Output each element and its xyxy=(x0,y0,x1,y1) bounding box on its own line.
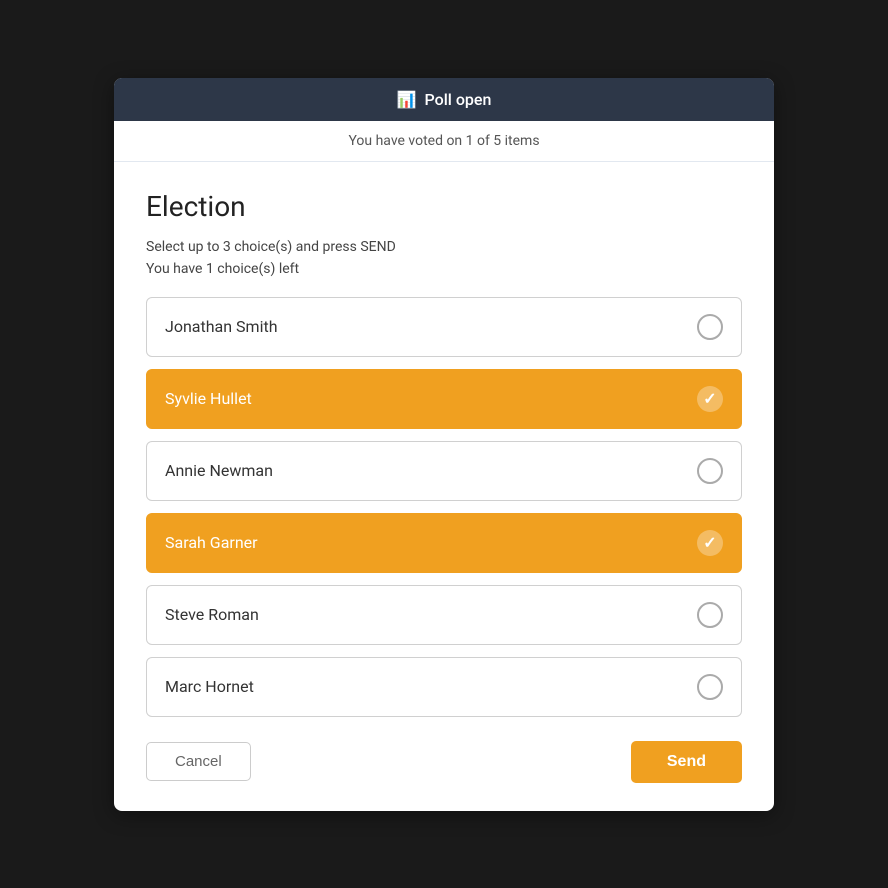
choice-radio-6 xyxy=(697,674,723,700)
poll-choices-left: You have 1 choice(s) left xyxy=(146,261,742,277)
choice-item-6[interactable]: Marc Hornet xyxy=(146,657,742,717)
choice-item-4[interactable]: Sarah Garner ✓ xyxy=(146,513,742,573)
choice-label-1: Jonathan Smith xyxy=(165,317,278,336)
choice-radio-4: ✓ xyxy=(697,530,723,556)
poll-header: 📊 Poll open xyxy=(114,78,774,121)
choice-item-1[interactable]: Jonathan Smith xyxy=(146,297,742,357)
choice-label-2: Syvlie Hullet xyxy=(165,389,252,408)
choice-radio-5 xyxy=(697,602,723,628)
choice-label-6: Marc Hornet xyxy=(165,677,254,696)
poll-title: Election xyxy=(146,190,742,223)
send-button[interactable]: Send xyxy=(631,741,742,783)
poll-header-title: Poll open xyxy=(425,90,492,109)
choice-radio-3 xyxy=(697,458,723,484)
choice-item-5[interactable]: Steve Roman xyxy=(146,585,742,645)
voted-status: You have voted on 1 of 5 items xyxy=(348,133,539,149)
poll-body: Election Select up to 3 choice(s) and pr… xyxy=(114,162,774,811)
check-icon-4: ✓ xyxy=(703,533,716,552)
poll-actions: Cancel Send xyxy=(146,741,742,783)
choices-list: Jonathan Smith Syvlie Hullet ✓ Annie Newman… xyxy=(146,297,742,717)
choice-label-5: Steve Roman xyxy=(165,605,259,624)
poll-instruction: Select up to 3 choice(s) and press SEND xyxy=(146,239,742,255)
choice-radio-2: ✓ xyxy=(697,386,723,412)
poll-subheader: You have voted on 1 of 5 items xyxy=(114,121,774,162)
choice-item-2[interactable]: Syvlie Hullet ✓ xyxy=(146,369,742,429)
poll-modal: 📊 Poll open You have voted on 1 of 5 ite… xyxy=(114,78,774,811)
cancel-button[interactable]: Cancel xyxy=(146,742,251,781)
choice-radio-1 xyxy=(697,314,723,340)
check-icon-2: ✓ xyxy=(703,389,716,408)
choice-label-4: Sarah Garner xyxy=(165,533,258,552)
poll-icon: 📊 xyxy=(397,90,417,109)
choice-label-3: Annie Newman xyxy=(165,461,273,480)
choice-item-3[interactable]: Annie Newman xyxy=(146,441,742,501)
